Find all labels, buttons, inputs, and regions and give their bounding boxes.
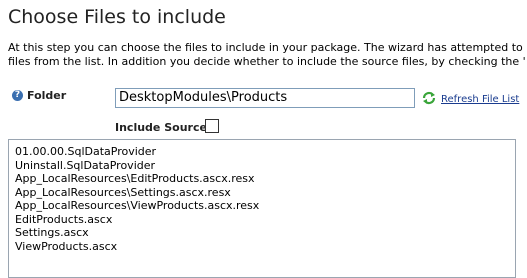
- list-item[interactable]: ViewProducts.ascx: [15, 240, 509, 254]
- refresh-icon[interactable]: [421, 90, 437, 106]
- intro-text: At this step you can choose the files to…: [8, 41, 527, 69]
- intro-line-2: files from the list. In addition you dec…: [8, 55, 526, 68]
- help-icon[interactable]: ?: [12, 90, 23, 101]
- list-item[interactable]: App_LocalResources\Settings.ascx.resx: [15, 186, 509, 200]
- refresh-file-list-link[interactable]: Refresh File List: [441, 94, 519, 105]
- include-source-label: Include Source:: [115, 121, 212, 134]
- list-item[interactable]: App_LocalResources\ViewProducts.ascx.res…: [15, 199, 509, 213]
- list-item[interactable]: EditProducts.ascx: [15, 213, 509, 227]
- folder-label: Folder: [27, 89, 67, 102]
- list-item[interactable]: 01.00.00.SqlDataProvider: [15, 145, 509, 159]
- page-title: Choose Files to include: [8, 6, 226, 28]
- list-item[interactable]: Settings.ascx: [15, 226, 509, 240]
- include-source-checkbox[interactable]: [205, 119, 219, 133]
- list-item[interactable]: Uninstall.SqlDataProvider: [15, 159, 509, 173]
- list-item[interactable]: App_LocalResources\EditProducts.ascx.res…: [15, 172, 509, 186]
- folder-input[interactable]: DesktopModules\Products: [115, 88, 415, 108]
- intro-line-1: At this step you can choose the files to…: [8, 41, 523, 54]
- file-list[interactable]: 01.00.00.SqlDataProvider Uninstall.SqlDa…: [8, 139, 516, 278]
